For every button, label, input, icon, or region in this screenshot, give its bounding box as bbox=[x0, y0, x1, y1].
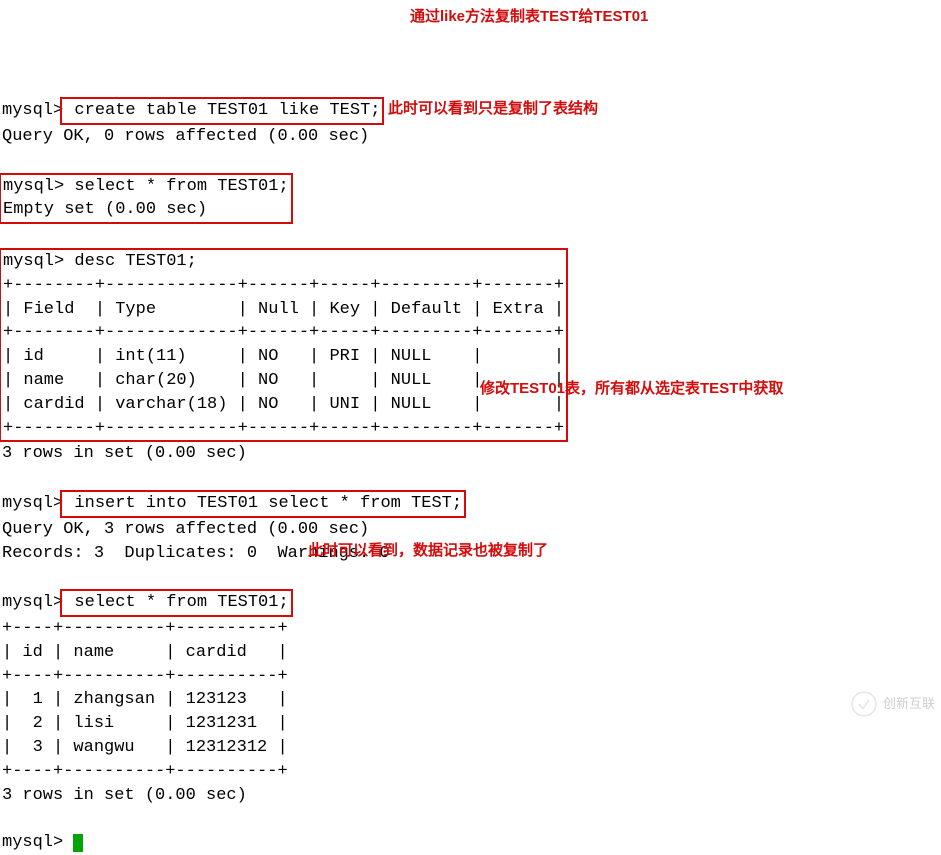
cmd-insert: insert into TEST01 select * from TEST; bbox=[60, 490, 466, 518]
cmd-create-table: create table TEST01 like TEST; bbox=[60, 97, 384, 125]
result-select2: 3 rows in set (0.00 sec) bbox=[2, 786, 247, 805]
result-create: Query OK, 0 rows affected (0.00 sec) bbox=[2, 127, 369, 146]
cursor[interactable] bbox=[73, 834, 83, 852]
result-desc: 3 rows in set (0.00 sec) bbox=[2, 444, 247, 463]
annotation-3: 修改TEST01表，所有都从选定表TEST中获取 bbox=[480, 378, 783, 399]
mysql-prompt: mysql> bbox=[2, 494, 63, 513]
select2-table-output: +----+----------+----------+ | id | name… bbox=[2, 619, 288, 781]
annotation-1: 通过like方法复制表TEST给TEST01 bbox=[410, 6, 648, 27]
mysql-prompt: mysql> bbox=[2, 593, 63, 612]
watermark: 创新互联 bbox=[851, 691, 935, 717]
block-desc: mysql> desc TEST01; +--------+----------… bbox=[0, 248, 568, 442]
annotation-2: 此时可以看到只是复制了表结构 bbox=[388, 98, 598, 119]
cmd-select-2: select * from TEST01; bbox=[60, 589, 292, 617]
watermark-icon bbox=[851, 691, 877, 717]
desc-table-output: +--------+-------------+------+-----+---… bbox=[3, 276, 564, 438]
block-select-empty: mysql> select * from TEST01; Empty set (… bbox=[0, 173, 293, 225]
annotation-4: 此时可以看到，数据记录也被复制了 bbox=[308, 540, 548, 561]
mysql-prompt: mysql> bbox=[2, 101, 63, 120]
result-insert-1: Query OK, 3 rows affected (0.00 sec) bbox=[2, 520, 369, 539]
mysql-prompt: mysql> bbox=[2, 833, 63, 852]
